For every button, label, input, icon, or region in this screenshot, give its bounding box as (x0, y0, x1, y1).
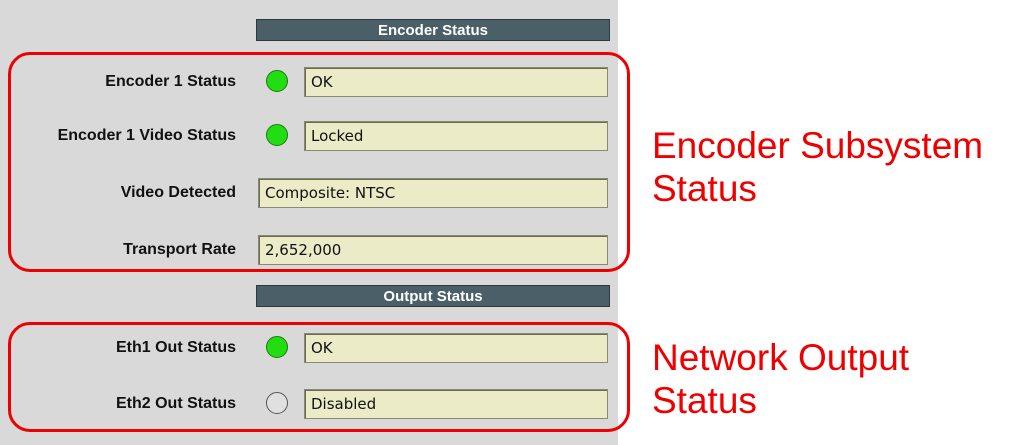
network-callout-line1: Network Output (652, 337, 910, 378)
encoder-callout-line2: Status (652, 168, 757, 209)
network-output-callout-box (8, 322, 630, 432)
encoder-status-header: Encoder Status (256, 19, 610, 41)
encoder-subsystem-callout-box (8, 52, 630, 272)
output-status-header: Output Status (256, 285, 610, 307)
encoder-subsystem-callout-label: Encoder Subsystem Status (652, 124, 983, 210)
network-callout-line2: Status (652, 380, 757, 421)
encoder-callout-line1: Encoder Subsystem (652, 125, 984, 166)
network-output-callout-label: Network Output Status (652, 336, 909, 422)
